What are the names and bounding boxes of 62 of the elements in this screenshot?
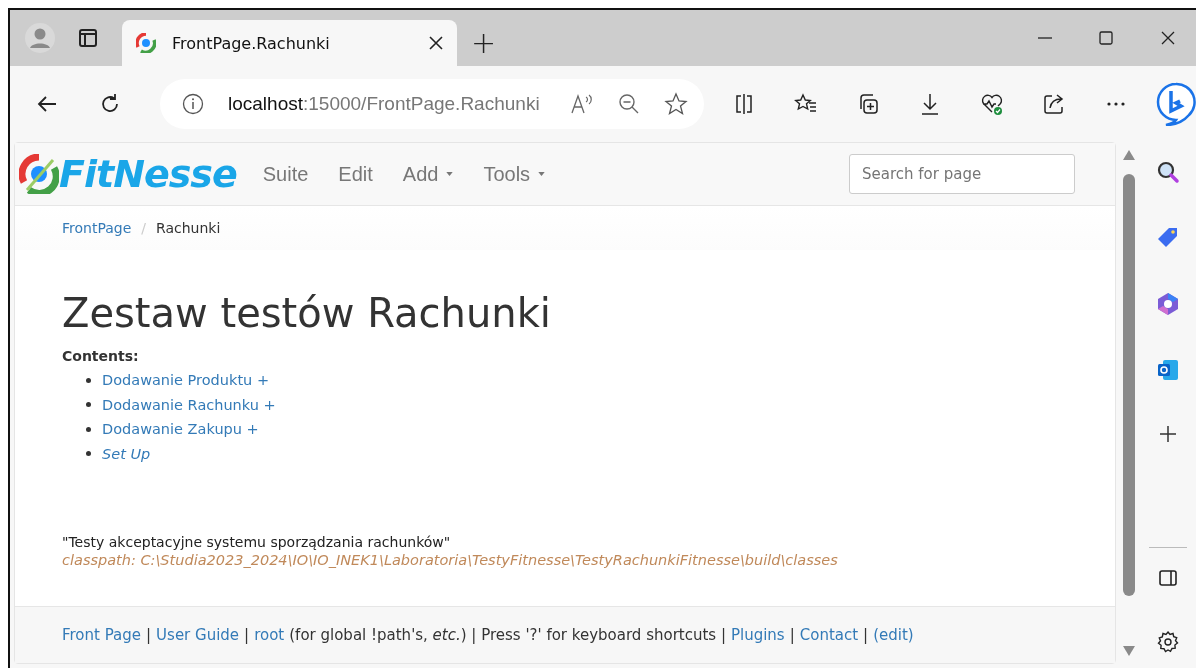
footer-link[interactable]: Contact	[799, 626, 859, 644]
search-icon[interactable]	[1156, 160, 1180, 184]
breadcrumb-separator: /	[141, 220, 147, 236]
hexagon-icon[interactable]	[1156, 292, 1180, 316]
logo-icon[interactable]	[19, 154, 59, 194]
url-text: localhost:15000/FrontPage.Rachunki	[228, 93, 541, 115]
search-field[interactable]: Search for page	[849, 154, 1075, 194]
address-bar[interactable]: localhost:15000/FrontPage.Rachunki	[160, 79, 704, 129]
footer-link[interactable]: Plugins	[730, 626, 785, 644]
description-text: "Testy akceptacyjne systemu sporządzania rachunków"	[62, 534, 452, 550]
footer-text: |	[863, 626, 869, 644]
bullet-icon	[86, 402, 91, 408]
bullet-icon	[86, 377, 91, 383]
breadcrumb-current: Rachunki	[156, 220, 221, 236]
browser-tab[interactable]: FrontPage.Rachunki	[122, 20, 457, 66]
sidebar-toggle-icon[interactable]	[1158, 568, 1178, 588]
tab-title: FrontPage.Rachunki	[172, 33, 331, 53]
caret-icon	[538, 172, 546, 176]
scrollbar-thumb[interactable]	[1123, 174, 1135, 596]
footer-link[interactable]: root	[254, 626, 285, 644]
share-icon[interactable]	[1042, 92, 1066, 116]
tag-icon[interactable]	[1156, 226, 1180, 250]
breadcrumb-link[interactable]: FrontPage	[62, 220, 132, 236]
settings-icon[interactable]	[1156, 630, 1180, 654]
mail-app-icon[interactable]	[1156, 358, 1180, 382]
footer-text: |	[789, 626, 795, 644]
contents-link[interactable]: Dodawanie Rachunku +	[102, 396, 276, 413]
chat-bubble-icon[interactable]	[1156, 82, 1196, 126]
tab-actions-icon[interactable]	[78, 28, 98, 48]
contents-link[interactable]: Set Up	[102, 445, 151, 462]
page-title: Zestaw testów Rachunki	[62, 290, 552, 336]
read-aloud-icon[interactable]	[570, 93, 594, 115]
zoom-out-icon[interactable]	[618, 93, 640, 115]
contents-label: Contents:	[62, 348, 140, 364]
bullet-icon	[86, 451, 91, 457]
footer-link[interactable]: User Guide	[156, 626, 240, 644]
caret-icon	[446, 172, 454, 176]
info-icon[interactable]	[182, 93, 204, 115]
nav-menu-item[interactable]: Add	[402, 162, 454, 186]
add-icon[interactable]	[1158, 424, 1178, 444]
nav-menu-item[interactable]: Suite	[262, 162, 309, 186]
favicon-icon	[136, 33, 156, 53]
contents-link[interactable]: Dodawanie Produktu +	[102, 372, 270, 389]
nav-menu-item[interactable]: Tools	[483, 162, 546, 186]
favorite-star-icon[interactable]	[664, 92, 688, 116]
nav-menu-item[interactable]: Edit	[338, 162, 373, 186]
footer-text: |	[146, 626, 152, 644]
contents-link[interactable]: Dodawanie Zakupu +	[102, 421, 259, 438]
maximize-button[interactable]	[1098, 30, 1114, 46]
new-tab-button[interactable]: +	[471, 28, 497, 58]
classpath-text: classpath: C:\Studia2023_2024\IO\IO_INEK1\Laboratoria\TestyFitnesse\TestyRachunkiFitnesse\build\classes	[62, 552, 839, 568]
scroll-up-icon[interactable]	[1123, 150, 1135, 160]
footer-text: |	[244, 626, 250, 644]
scroll-down-icon[interactable]	[1123, 646, 1135, 656]
footer-text: (for global !path's, etc.) | Press '?' for keyboard shortcuts |	[289, 626, 726, 644]
footer-link[interactable]: Front Page	[62, 626, 142, 644]
fitnesse-logo[interactable]: FitNesse	[59, 152, 237, 196]
close-button[interactable]	[1160, 30, 1176, 46]
heartbeat-icon[interactable]	[980, 92, 1004, 116]
bullet-icon	[86, 426, 91, 432]
tab-close-icon[interactable]	[429, 36, 443, 50]
footer-link[interactable]: (edit)	[873, 626, 914, 644]
